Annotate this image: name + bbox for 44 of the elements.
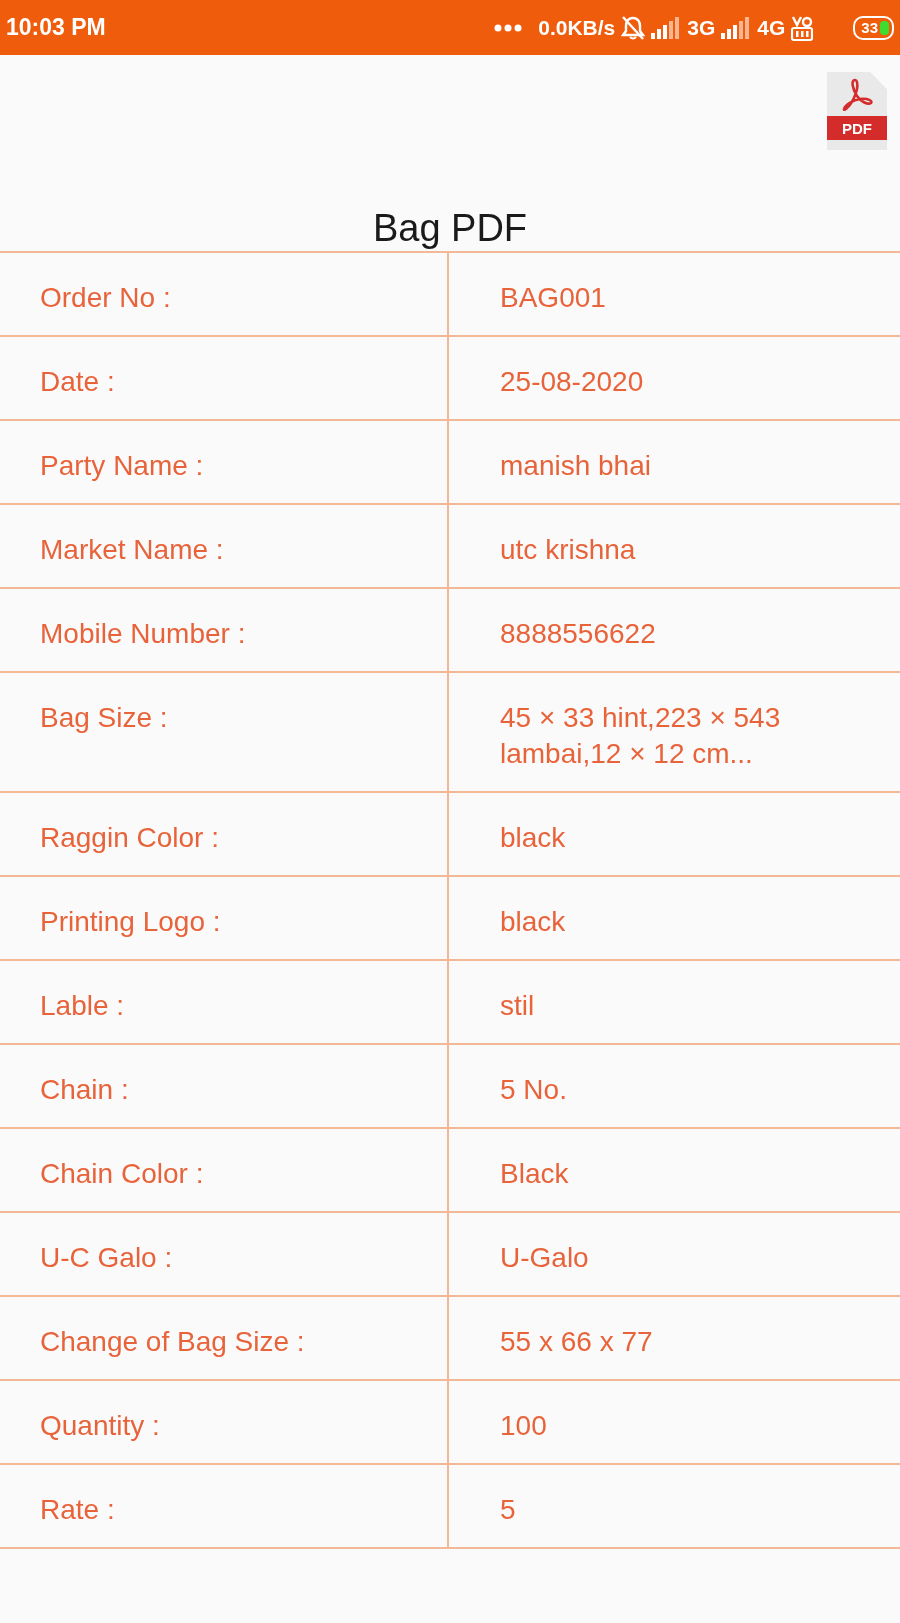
field-label: Order No : (0, 253, 449, 335)
network-type: 3G (687, 17, 716, 38)
field-value: 25-08-2020 (499, 365, 645, 399)
field-value: black (499, 905, 567, 939)
muted-bell-icon (621, 14, 646, 41)
signal-bars-icon (651, 16, 682, 39)
data-speed: 0.0KB/s (538, 17, 616, 38)
field-value: 5 (499, 1493, 517, 1527)
field-value: U-Galo (499, 1241, 590, 1275)
field-value: Black (499, 1157, 570, 1191)
field-label: Raggin Color : (0, 793, 449, 875)
volte-badge-icon (791, 14, 814, 41)
field-label: Quantity : (0, 1381, 449, 1463)
field-label: Chain Color : (0, 1129, 449, 1211)
field-label: U-C Galo : (0, 1213, 449, 1295)
status-time: 10:03 PM (6, 16, 106, 39)
field-value: utc krishna (499, 533, 637, 567)
field-value: BAG001 (499, 281, 607, 315)
field-value: 100 (499, 1409, 548, 1443)
field-value: 5 No. (499, 1073, 568, 1107)
page-title: Bag PDF (372, 206, 528, 251)
field-value: stil (499, 989, 536, 1023)
field-label: Mobile Number : (0, 589, 449, 671)
pdf-export-button[interactable]: PDF (827, 72, 887, 150)
acrobat-symbol-icon (840, 78, 874, 112)
field-value: manish bhai (499, 449, 652, 483)
field-label: Change of Bag Size : (0, 1297, 449, 1379)
field-value: black (499, 821, 567, 855)
more-dots-icon (494, 23, 523, 32)
field-label: Date : (0, 337, 449, 419)
field-label: Rate : (0, 1465, 449, 1547)
field-value: 45 × 33 hint,223 × 543 lambai,12 × 12 cm... (499, 701, 782, 771)
field-value: 8888556622 (499, 617, 657, 651)
field-label: Bag Size : (0, 673, 449, 791)
field-label: Chain : (0, 1045, 449, 1127)
signal-bars-icon (721, 16, 752, 39)
field-label: Party Name : (0, 421, 449, 503)
field-label: Printing Logo : (0, 877, 449, 959)
field-label: Lable : (0, 961, 449, 1043)
pdf-label: PDF (827, 116, 887, 140)
field-label: Market Name : (0, 505, 449, 587)
field-value: 55 x 66 x 77 (499, 1325, 654, 1359)
battery-level: 33 (861, 20, 878, 35)
network-type: 4G (757, 17, 786, 38)
